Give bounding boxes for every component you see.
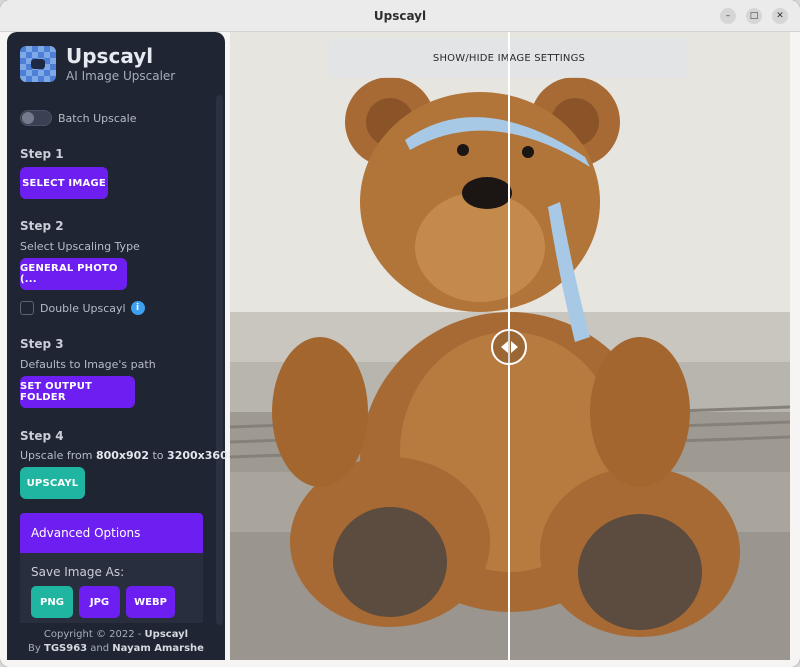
app-window: Upscayl – □ ✕ Upscayl AI Image Upscaler …	[0, 0, 800, 667]
maximize-icon[interactable]: □	[746, 8, 762, 24]
save-image-as-label: Save Image As:	[31, 565, 125, 579]
double-upscayl-row: Double Upscayl i	[20, 301, 145, 315]
advanced-options-header[interactable]: Advanced Options	[20, 513, 203, 553]
brand-subtitle: AI Image Upscaler	[66, 69, 176, 83]
footer-and: and	[87, 643, 113, 654]
batch-upscale-toggle[interactable]	[20, 110, 52, 126]
footer-line2: By TGS963 and Nayam Amarshe	[7, 642, 225, 656]
step4-prefix: Upscale from	[20, 449, 96, 462]
sidebar-scrollbar[interactable]	[216, 95, 223, 625]
footer-copyright: Copyright © 2022 -	[43, 629, 145, 640]
upscaling-type-button[interactable]: GENERAL PHOTO (...	[20, 258, 127, 290]
image-compare-viewer[interactable]: SHOW/HIDE IMAGE SETTINGS	[230, 32, 790, 660]
window-title: Upscayl	[373, 8, 427, 23]
step4-title: Step 4	[20, 429, 64, 443]
brand: Upscayl AI Image Upscaler	[20, 45, 175, 83]
footer-line1: Copyright © 2022 - Upscayl	[7, 628, 225, 642]
window-controls: – □ ✕	[720, 8, 788, 24]
step2-title: Step 2	[20, 219, 64, 233]
upscayl-button[interactable]: UPSCAYL	[20, 467, 85, 499]
batch-upscale-label: Batch Upscale	[58, 111, 137, 125]
format-webp-button[interactable]: WEBP	[126, 586, 175, 618]
upscayl-logo-icon	[20, 46, 56, 82]
batch-upscale-row: Batch Upscale	[20, 110, 137, 126]
step4-from-size: 800x902	[95, 449, 149, 462]
compare-slider-icon[interactable]	[491, 329, 527, 365]
minimize-icon[interactable]: –	[720, 8, 736, 24]
double-upscayl-label: Double Upscayl	[40, 301, 126, 315]
select-image-button[interactable]: SELECT IMAGE	[20, 167, 108, 199]
step2-subtitle: Select Upscaling Type	[20, 240, 140, 253]
set-output-folder-button[interactable]: SET OUTPUT FOLDER	[20, 376, 135, 408]
format-jpg-button[interactable]: JPG	[79, 586, 120, 618]
step3-title: Step 3	[20, 337, 64, 351]
title-bar: Upscayl – □ ✕	[0, 0, 800, 32]
step4-subtitle: Upscale from 800x902 to 3200x3608	[20, 449, 235, 462]
step4-to-size: 3200x3608	[167, 449, 236, 462]
footer-author2[interactable]: Nayam Amarshe	[112, 643, 204, 654]
double-upscayl-checkbox[interactable]	[20, 301, 34, 315]
footer-app-name: Upscayl	[144, 629, 189, 640]
brand-title: Upscayl	[66, 44, 154, 68]
format-png-button[interactable]: PNG	[31, 586, 73, 618]
step4-mid: to	[149, 449, 168, 462]
footer: Copyright © 2022 - Upscayl By TGS963 and…	[7, 628, 225, 656]
footer-author1[interactable]: TGS963	[44, 643, 87, 654]
footer-by: By	[28, 643, 44, 654]
step3-subtitle: Defaults to Image's path	[20, 358, 156, 371]
close-icon[interactable]: ✕	[772, 8, 788, 24]
step1-title: Step 1	[20, 147, 64, 161]
info-icon[interactable]: i	[130, 301, 145, 315]
